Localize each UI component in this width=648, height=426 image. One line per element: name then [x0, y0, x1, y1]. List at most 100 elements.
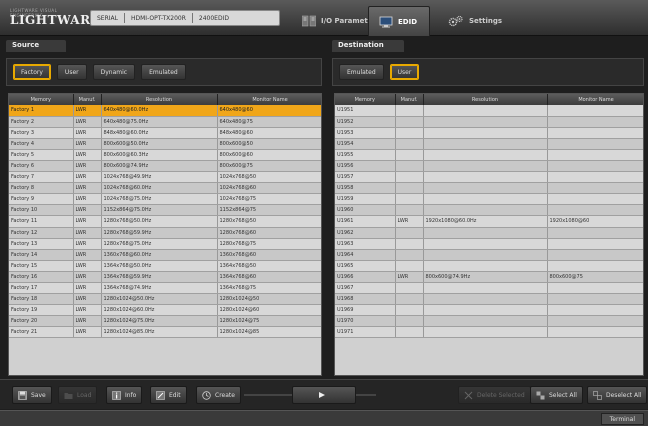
- source-filter-dynamic[interactable]: Dynamic: [92, 64, 136, 80]
- destination-table-cell: [423, 304, 548, 317]
- destination-table-cell: U1966: [335, 271, 396, 284]
- source-table-cell: 1152x864@75: [217, 204, 321, 217]
- destination-table-cell: [547, 204, 643, 217]
- source-filter-user[interactable]: User: [56, 64, 87, 80]
- source-table-row[interactable]: Factory 1 LWR 640x480@60.0Hz 640x480@60: [9, 105, 321, 117]
- destination-column-header[interactable]: Monitor Name: [547, 94, 643, 105]
- source-table-row[interactable]: Factory 9 LWR 1024x768@75.0Hz 1024x768@75: [9, 193, 321, 206]
- destination-column-header[interactable]: Manuf.: [395, 94, 424, 105]
- destination-table-cell: U1952: [335, 116, 396, 128]
- source-table-row[interactable]: Factory 16 LWR 1364x768@59.9Hz 1364x768@60: [9, 271, 321, 284]
- destination-table-row[interactable]: U1951: [335, 105, 643, 117]
- source-table-row[interactable]: Factory 6 LWR 800x600@74.9Hz 800x600@75: [9, 160, 321, 173]
- destination-table-row[interactable]: U1969: [335, 304, 643, 317]
- destination-column-header[interactable]: Resolution: [423, 94, 548, 105]
- source-table-row[interactable]: Factory 3 LWR 848x480@60.0Hz 848x480@60: [9, 127, 321, 139]
- destination-table-row[interactable]: U1961 LWR 1920x1080@60.0Hz 1920x1080@60: [335, 215, 643, 228]
- source-table-row[interactable]: Factory 15 LWR 1364x768@50.0Hz 1364x768@50: [9, 260, 321, 272]
- source-column-header[interactable]: Manuf.: [73, 94, 102, 105]
- source-table-row[interactable]: Factory 8 LWR 1024x768@60.0Hz 1024x768@60: [9, 182, 321, 195]
- source-column-header[interactable]: Resolution: [101, 94, 218, 105]
- info-button[interactable]: Info: [106, 386, 143, 404]
- source-table-cell: 1280x1024@60.0Hz: [101, 304, 218, 317]
- source-table-row[interactable]: Factory 19 LWR 1280x1024@60.0Hz 1280x1024@6…: [9, 304, 321, 317]
- source-table-cell: Factory 13: [9, 238, 74, 250]
- tab-edid[interactable]: EDID: [368, 6, 430, 36]
- load-button[interactable]: Load: [58, 386, 98, 404]
- device-info-box[interactable]: SERIAL HDMI-OPT-TX200R 2400EDID: [90, 10, 280, 26]
- destination-table-row[interactable]: U1958: [335, 182, 643, 195]
- select-all-button[interactable]: Select All: [530, 386, 583, 404]
- source-table-row[interactable]: Factory 12 LWR 1280x768@59.9Hz 1280x768@60: [9, 227, 321, 239]
- destination-table-cell: 800x600@75: [547, 271, 643, 284]
- destination-table-cell: [547, 127, 643, 139]
- source-table-cell: Factory 2: [9, 116, 74, 128]
- destination-table-row[interactable]: U1956: [335, 160, 643, 173]
- source-table-cell: LWR: [73, 238, 102, 250]
- source-table-row[interactable]: Factory 20 LWR 1280x1024@75.0Hz 1280x1024@7…: [9, 315, 321, 328]
- source-table-cell: LWR: [73, 193, 102, 206]
- source-filter-factory[interactable]: Factory: [13, 64, 51, 80]
- source-table-row[interactable]: Factory 10 LWR 1152x864@75.0Hz 1152x864@75: [9, 204, 321, 217]
- destination-column-header[interactable]: Memory: [335, 94, 396, 105]
- source-table-cell: Factory 21: [9, 326, 74, 339]
- source-table-row[interactable]: Factory 4 LWR 800x600@50.0Hz 800x600@50: [9, 138, 321, 150]
- destination-table[interactable]: Memory Manuf. Resolution Monitor Name U1951…: [334, 93, 644, 376]
- source-table-cell: 640x480@60: [217, 105, 321, 117]
- destination-table-cell: 1920x1080@60.0Hz: [423, 215, 548, 228]
- destination-table-row[interactable]: U1960: [335, 204, 643, 217]
- destination-table-row[interactable]: U1964: [335, 249, 643, 261]
- destination-table-row[interactable]: U1965: [335, 260, 643, 272]
- source-table-cell: LWR: [73, 116, 102, 128]
- destination-table-row[interactable]: U1967: [335, 282, 643, 295]
- destination-table-cell: [423, 193, 548, 206]
- source-table-cell: Factory 19: [9, 304, 74, 317]
- source-column-header[interactable]: Memory: [9, 94, 74, 105]
- transfer-button[interactable]: [292, 386, 356, 404]
- source-table-cell: Factory 12: [9, 227, 74, 239]
- deselect-all-button[interactable]: Deselect All: [587, 386, 648, 404]
- source-table-row[interactable]: Factory 5 LWR 800x600@60.3Hz 800x600@60: [9, 149, 321, 161]
- source-table-cell: 1024x768@75: [217, 193, 321, 206]
- source-table-cell: Factory 17: [9, 282, 74, 295]
- destination-table-row[interactable]: U1953: [335, 127, 643, 139]
- destination-table-cell: [395, 227, 424, 239]
- terminal-button[interactable]: Terminal: [600, 413, 644, 425]
- create-button[interactable]: Create: [196, 386, 241, 404]
- source-table-row[interactable]: Factory 13 LWR 1280x768@75.0Hz 1280x768@75: [9, 238, 321, 250]
- save-button[interactable]: Save: [12, 386, 52, 404]
- source-table-row[interactable]: Factory 21 LWR 1280x1024@85.0Hz 1280x1024@8…: [9, 326, 321, 339]
- destination-table-row[interactable]: U1954: [335, 138, 643, 150]
- source-filter-emulated[interactable]: Emulated: [141, 64, 186, 80]
- source-table-cell: LWR: [73, 304, 102, 317]
- destination-table-cell: U1958: [335, 182, 396, 195]
- destination-table-cell: U1962: [335, 227, 396, 239]
- destination-table-row[interactable]: U1968: [335, 293, 643, 306]
- destination-table-row[interactable]: U1952: [335, 116, 643, 128]
- destination-table-row[interactable]: U1963: [335, 238, 643, 250]
- destination-table-row[interactable]: U1957: [335, 171, 643, 184]
- destination-table-cell: U1959: [335, 193, 396, 206]
- source-column-header[interactable]: Monitor Name: [217, 94, 321, 105]
- destination-table-row[interactable]: U1966 LWR 800x600@74.9Hz 800x600@75: [335, 271, 643, 284]
- source-table-row[interactable]: Factory 11 LWR 1280x768@50.0Hz 1280x768@50: [9, 215, 321, 228]
- source-table-row[interactable]: Factory 7 LWR 1024x768@49.9Hz 1024x768@50: [9, 171, 321, 184]
- destination-filter-emulated[interactable]: Emulated: [339, 64, 384, 80]
- destination-table-row[interactable]: U1962: [335, 227, 643, 239]
- edit-button[interactable]: Edit: [150, 386, 187, 404]
- destination-table-row[interactable]: U1971: [335, 326, 643, 339]
- source-table-row[interactable]: Factory 14 LWR 1360x768@60.0Hz 1360x768@60: [9, 249, 321, 261]
- destination-table-cell: [423, 238, 548, 250]
- tab-settings[interactable]: Settings: [438, 6, 512, 36]
- destination-table-row[interactable]: U1959: [335, 193, 643, 206]
- destination-filter-user[interactable]: User: [389, 64, 420, 80]
- source-table[interactable]: Memory Manuf. Resolution Monitor Name Facto…: [8, 93, 322, 376]
- delete-selected-button[interactable]: Delete Selected: [458, 386, 531, 404]
- source-table-row[interactable]: Factory 17 LWR 1364x768@74.9Hz 1364x768@75: [9, 282, 321, 295]
- destination-table-row[interactable]: U1955: [335, 149, 643, 161]
- source-table-row[interactable]: Factory 2 LWR 640x480@75.0Hz 640x480@75: [9, 116, 321, 128]
- source-table-cell: 1280x1024@85: [217, 326, 321, 339]
- destination-table-row[interactable]: U1970: [335, 315, 643, 328]
- source-table-row[interactable]: Factory 18 LWR 1280x1024@50.0Hz 1280x1024@5…: [9, 293, 321, 306]
- source-table-cell: Factory 6: [9, 160, 74, 173]
